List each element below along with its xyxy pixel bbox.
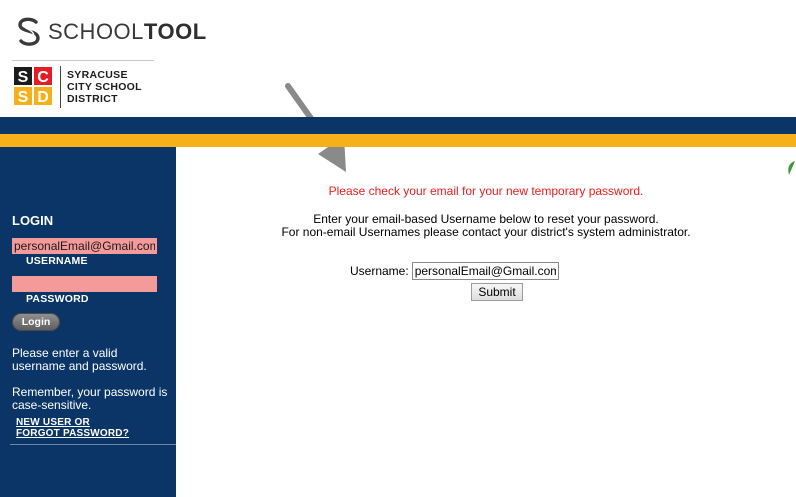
reset-instructions: Enter your email-based Username below to… bbox=[176, 213, 796, 239]
leaf-icon bbox=[788, 161, 795, 175]
scsd-logo-icon: S C S D bbox=[14, 67, 52, 106]
header-navy-band bbox=[0, 117, 796, 134]
logo-divider bbox=[12, 60, 154, 61]
district-logo: S C S D SYRACUSE CITY SCHOOL DISTRICT bbox=[14, 66, 142, 108]
reset-username-input[interactable] bbox=[411, 262, 559, 280]
reset-username-label: Username: bbox=[350, 264, 409, 278]
brand-bold: TOOL bbox=[143, 19, 207, 44]
svg-text:S: S bbox=[18, 89, 29, 106]
svg-text:C: C bbox=[37, 69, 49, 86]
schooltool-wordmark: SCHOOLTOOL bbox=[48, 21, 207, 43]
district-name-line1: SYRACUSE bbox=[67, 69, 128, 81]
page-header: SCHOOLTOOL S C S D SYRACUSE CITY SCHOOL … bbox=[0, 0, 796, 117]
svg-text:D: D bbox=[37, 89, 49, 106]
login-sidebar: LOGIN USERNAME PASSWORD Login Please ent… bbox=[0, 147, 176, 497]
reset-notice: Please check your email for your new tem… bbox=[328, 184, 644, 198]
district-name-line2: CITY SCHOOL bbox=[67, 81, 142, 93]
main-content: Please check your email for your new tem… bbox=[176, 147, 796, 497]
district-name: SYRACUSE CITY SCHOOL DISTRICT bbox=[67, 69, 142, 105]
sidebar-divider bbox=[10, 444, 176, 445]
username-row: Username: bbox=[350, 262, 559, 280]
username-label: USERNAME bbox=[26, 255, 88, 267]
forgot-link-line2: FORGOT PASSWORD? bbox=[16, 428, 130, 439]
password-label: PASSWORD bbox=[26, 293, 89, 305]
login-button[interactable]: Login bbox=[12, 313, 60, 331]
submit-button[interactable]: Submit bbox=[471, 283, 523, 301]
instruction-line2: For non-email Usernames please contact y… bbox=[281, 225, 691, 239]
svg-text:S: S bbox=[18, 69, 29, 86]
login-title: LOGIN bbox=[12, 213, 54, 228]
schooltool-logo-icon bbox=[18, 17, 40, 46]
forgot-link-line1: NEW USER OR bbox=[16, 417, 90, 428]
login-error-message: Please enter a valid username and passwo… bbox=[12, 346, 147, 373]
case-sensitive-note: Remember, your password is case-sensitiv… bbox=[12, 385, 168, 412]
district-name-line3: DISTRICT bbox=[67, 93, 118, 105]
schooltool-logo: SCHOOLTOOL bbox=[14, 16, 207, 48]
forgot-password-link[interactable]: NEW USER OR FORGOT PASSWORD? bbox=[16, 417, 129, 439]
brand-light: SCHOOL bbox=[48, 19, 144, 44]
header-gold-band bbox=[0, 134, 796, 147]
sidebar-username-input[interactable] bbox=[12, 238, 157, 254]
sidebar-password-input[interactable] bbox=[12, 276, 157, 292]
district-logo-divider bbox=[60, 66, 61, 108]
